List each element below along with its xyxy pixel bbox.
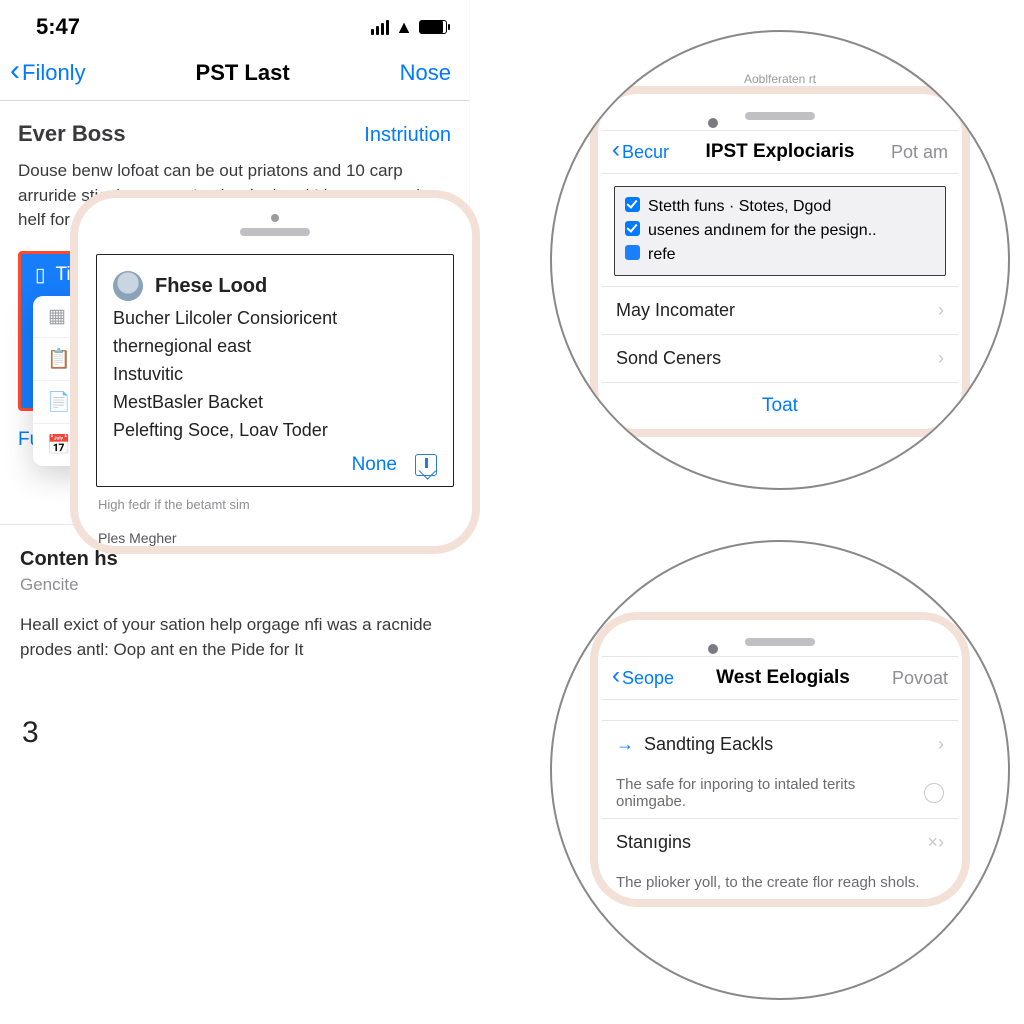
phone-mock: ‹ Becur IPST Explociaris Pot am Stetth f… bbox=[590, 86, 970, 437]
checkbox-icon bbox=[625, 197, 640, 212]
checkbox-icon bbox=[625, 221, 640, 236]
card-action-none[interactable]: None bbox=[352, 454, 397, 476]
nav-back[interactable]: ‹ Filonly bbox=[10, 60, 86, 86]
phone-nav-back[interactable]: ‹ Seope bbox=[612, 668, 674, 689]
card-body: Bucher Lilcoler Consioricent thernegiona… bbox=[113, 305, 437, 444]
checklist-box: Stetth funs · Stotes, Dgod usenes andıne… bbox=[614, 186, 946, 276]
list-cell-label: Sandting Eackls bbox=[644, 734, 773, 754]
phone-nav-back-label: Becur bbox=[622, 142, 669, 163]
list-helper: The safe for inporing to intaled terits … bbox=[602, 768, 958, 818]
phone-mock: ‹ Seope West Eelogials Povoat → Sandting … bbox=[590, 612, 970, 907]
phone-mock-bottom-left: Fhese Lood Bucher Lilcoler Consioricent … bbox=[70, 190, 480, 554]
detail-circle-bottom: ‹ Seope West Eelogials Povoat → Sandting … bbox=[550, 540, 1010, 1000]
list-cell[interactable]: → Sandting Eackls › bbox=[602, 720, 958, 768]
nav-bar: ‹ Filonly PST Last Nose bbox=[0, 46, 469, 101]
content-paragraph: Heall exict of your sation help orgage n… bbox=[20, 613, 450, 662]
phone-navbar: ‹ Seope West Eelogials Povoat bbox=[602, 657, 958, 700]
earpiece bbox=[745, 638, 815, 646]
card-icon: ▯ bbox=[35, 264, 45, 287]
checklist-item[interactable]: refe bbox=[625, 243, 935, 267]
footer-button[interactable]: Toat bbox=[602, 382, 958, 429]
phone-navbar: ‹ Becur IPST Explociaris Pot am bbox=[602, 131, 958, 174]
content-subheading: Gencite bbox=[20, 575, 450, 595]
checklist-label: Stetth funs · Stotes, Dgod bbox=[648, 195, 831, 219]
section-action[interactable]: Instriution bbox=[364, 124, 451, 147]
card-line: thernegional east bbox=[113, 333, 437, 361]
chevron-right-icon: › bbox=[938, 348, 944, 369]
camera-dot bbox=[708, 644, 718, 654]
checklist-label: refe bbox=[648, 243, 676, 267]
earpiece bbox=[745, 112, 815, 120]
earpiece bbox=[240, 228, 310, 236]
detail-circle-top: Aoblferaten rt ‹ Becur IPST Explociaris … bbox=[550, 30, 1010, 490]
radio-icon[interactable] bbox=[924, 783, 944, 803]
camera-dot bbox=[708, 118, 718, 128]
avatar bbox=[113, 271, 143, 301]
wifi-icon: ▲ bbox=[395, 17, 413, 38]
phone-nav-title: West Eelogials bbox=[716, 667, 850, 689]
clipboard-icon: 📋 bbox=[47, 347, 67, 371]
list-cell[interactable]: Sond Ceners › bbox=[602, 334, 958, 382]
list-cell-label: May Incomater bbox=[616, 300, 735, 321]
download-icon[interactable] bbox=[415, 454, 437, 476]
checkbox-icon bbox=[625, 245, 640, 260]
checklist-item[interactable]: Stetth funs · Stotes, Dgod bbox=[625, 195, 935, 219]
phone-nav-right: Pot am bbox=[891, 142, 948, 163]
doc-icon: 📄 bbox=[47, 390, 67, 414]
phone-nav-back-label: Seope bbox=[622, 668, 674, 689]
arrow-right-icon: → bbox=[616, 734, 634, 754]
battery-icon bbox=[419, 20, 447, 34]
list-cell[interactable]: Stanıgins ×› bbox=[602, 818, 958, 866]
phone-nav-back[interactable]: ‹ Becur bbox=[612, 142, 669, 163]
status-icons: ▲ bbox=[371, 17, 447, 38]
list-cell-label: Stanıgins bbox=[616, 832, 691, 853]
card-line: Instuvitic bbox=[113, 361, 437, 389]
card-actions: None bbox=[113, 454, 437, 476]
card-line: MestBasler Backet bbox=[113, 389, 437, 417]
card-footnote-2: Ples Megher bbox=[98, 530, 472, 546]
list-cell[interactable]: May Incomater › bbox=[602, 286, 958, 334]
card-line: Pelefting Soce, Loav Toder bbox=[113, 417, 437, 445]
checklist-label: usenes andınem for the pesign.. bbox=[648, 219, 877, 243]
info-card: Fhese Lood Bucher Lilcoler Consioricent … bbox=[96, 254, 454, 487]
nav-right[interactable]: Nose bbox=[400, 60, 451, 86]
chevron-right-icon: › bbox=[938, 734, 944, 755]
calendar-icon: 📅 bbox=[47, 433, 67, 457]
side-marker: 3 bbox=[22, 716, 62, 750]
checklist-item[interactable]: usenes andınem for the pesign.. bbox=[625, 219, 935, 243]
list-cell-label: Sond Ceners bbox=[616, 348, 721, 369]
list-helper: The plioker yoll, to the create flor rea… bbox=[602, 866, 958, 899]
card-footnote: High fedr if the betamt sim bbox=[98, 497, 472, 512]
nav-title: PST Last bbox=[196, 60, 290, 86]
camera-dot bbox=[271, 214, 279, 222]
status-bar: 5:47 ▲ bbox=[0, 0, 469, 46]
phone-nav-right: Povoat bbox=[892, 668, 948, 689]
section-title: Ever Boss bbox=[18, 121, 126, 147]
phone-nav-title: IPST Explociaris bbox=[706, 141, 855, 163]
card-line: Bucher Lilcoler Consioricent bbox=[113, 305, 437, 333]
circle-caption: Aoblferaten rt bbox=[744, 72, 816, 86]
chevron-right-icon: › bbox=[938, 300, 944, 321]
status-time: 5:47 bbox=[36, 14, 80, 40]
nav-back-label: Filonly bbox=[22, 60, 86, 86]
section-header: Ever Boss Instriution bbox=[18, 121, 451, 147]
card-title: Fhese Lood bbox=[155, 275, 267, 298]
helper-text: The safe for inporing to intaled terits … bbox=[616, 776, 924, 810]
list-icon: ▦ bbox=[47, 305, 67, 328]
chevron-right-icon: ×› bbox=[927, 832, 944, 853]
cellular-icon bbox=[371, 20, 389, 35]
